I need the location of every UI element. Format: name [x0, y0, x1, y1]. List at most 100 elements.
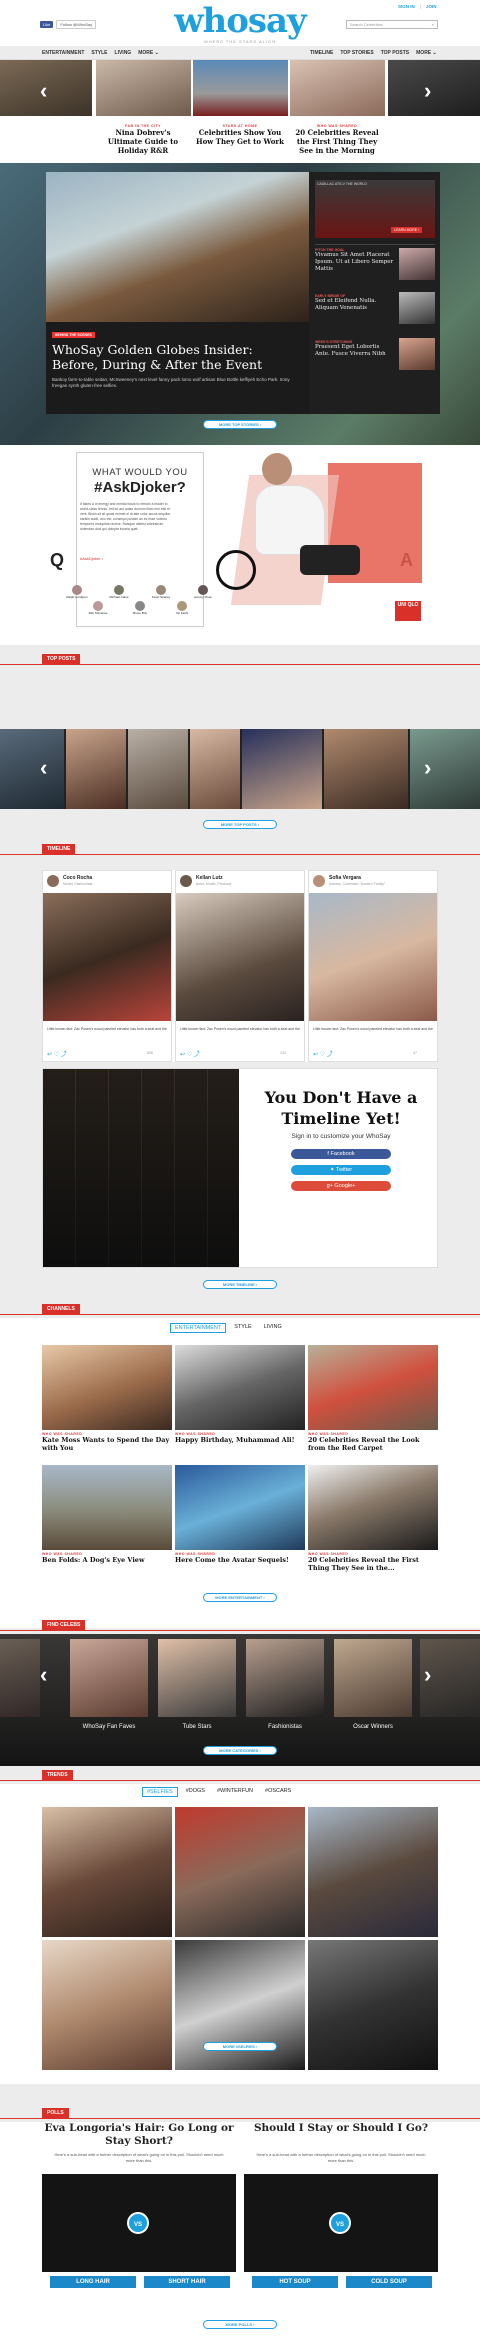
tab-dogs[interactable]: #DOGS	[182, 1787, 209, 1797]
top-post-image[interactable]	[66, 729, 126, 809]
nav-top-stories[interactable]: TOP STORIES	[340, 50, 373, 56]
timeline-card[interactable]: Coco Rocha Model, Fashionista Little kno…	[42, 870, 172, 1062]
celeb-group-label[interactable]: Fashionistas	[246, 1724, 324, 1730]
channel-item[interactable]: WHO WAS SHARED Kate Moss Wants to Spend t…	[42, 1432, 172, 1452]
search-input[interactable]: Search Celebrities ⌕	[346, 20, 438, 29]
more-selfies-button[interactable]: MORE #SELFIES ›	[203, 2042, 277, 2051]
ad-hashtag-link[interactable]: #AskDjoker ›	[80, 556, 103, 561]
celeb-group-label[interactable]: Oscar Winners	[334, 1724, 412, 1730]
tab-living[interactable]: LIVING	[260, 1323, 286, 1333]
strip-image-3[interactable]	[290, 60, 385, 116]
ad-person[interactable]: Michael Caine	[102, 585, 136, 599]
tab-winterfun[interactable]: #WINTERFUN	[213, 1787, 257, 1797]
channel-item[interactable]: WHO WAS SHARED 20 Celebrities Reveal the …	[308, 1432, 438, 1452]
celeb-group-image[interactable]	[70, 1639, 148, 1717]
ad-person[interactable]: Ralph Lundgren	[60, 585, 94, 599]
trend-image[interactable]	[175, 1807, 305, 1937]
celeb-group-image[interactable]	[334, 1639, 412, 1717]
channel-item[interactable]: WHO WAS SHARED Happy Birthday, Muhammad A…	[175, 1432, 305, 1444]
nav-entertainment[interactable]: ENTERTAINMENT	[42, 50, 84, 56]
more-categories-button[interactable]: MORE CATEGORIES ›	[203, 1746, 277, 1755]
side-thumb-2[interactable]	[399, 292, 435, 324]
sign-in-link[interactable]: SIGN IN	[398, 4, 415, 9]
channel-item[interactable]: WHO WAS SHARED 20 Celebrities Reveal the …	[308, 1552, 438, 1572]
top-post-image[interactable]	[324, 729, 408, 809]
channel-image[interactable]	[175, 1345, 305, 1430]
more-polls-button[interactable]: MORE POLLS ›	[203, 2320, 277, 2329]
twitter-follow-button[interactable]: Follow @WhoSay	[56, 20, 97, 29]
top-post-image[interactable]	[190, 729, 240, 809]
twitter-signin-button[interactable]: ✦ Twitter	[291, 1165, 391, 1175]
strip-item-3[interactable]: WHO WAS SHARED 20 Celebrities Reveal the …	[292, 124, 382, 155]
trend-image[interactable]	[308, 1807, 438, 1937]
top-post-image[interactable]	[128, 729, 188, 809]
side-story-2[interactable]: EARLY BIRDIE OF Sed et Eleifend Nulla. Al…	[315, 294, 395, 312]
nav-timeline[interactable]: TIMELINE	[310, 50, 333, 56]
ad-person[interactable]: Kevin Spacey	[144, 585, 178, 599]
celebs-prev-arrow[interactable]: ‹	[40, 1664, 47, 1686]
ad-person[interactable]: Jeremy Piven	[186, 585, 220, 599]
nav-living[interactable]: LIVING	[115, 50, 132, 56]
celeb-group-image[interactable]	[246, 1639, 324, 1717]
strip-item-2[interactable]: STARS AT HOME Celebrities Show You How Th…	[195, 124, 285, 146]
poll-option-button[interactable]: HOT SOUP	[252, 2276, 338, 2288]
strip-image-1[interactable]	[96, 60, 191, 116]
reply-icon[interactable]: ↩ ♡ ⤴	[47, 1049, 67, 1058]
nav-more-right[interactable]: MORE ⌄	[416, 50, 437, 56]
join-link[interactable]: JOIN	[426, 4, 437, 9]
strip-image-2[interactable]	[193, 60, 288, 116]
google-signin-button[interactable]: g+ Google+	[291, 1181, 391, 1191]
nav-more[interactable]: MORE ⌄	[138, 50, 159, 56]
channel-item[interactable]: WHO WAS SHARED Ben Folds: A Dog's Eye Vie…	[42, 1552, 172, 1564]
trend-image[interactable]	[42, 1807, 172, 1937]
celebs-next-arrow[interactable]: ›	[424, 1664, 431, 1686]
more-top-stories-button[interactable]: MORE TOP STORIES ›	[203, 420, 277, 429]
top-post-image[interactable]	[0, 729, 64, 809]
top-posts-next-arrow[interactable]: ›	[424, 757, 431, 779]
side-thumb-3[interactable]	[399, 338, 435, 370]
uniqlo-logo[interactable]: UNI QLO	[395, 601, 421, 621]
whosay-logo[interactable]: whosay	[158, 4, 322, 38]
celeb-group-label[interactable]: WhoSay Fan Faves	[70, 1724, 148, 1730]
nav-style[interactable]: STYLE	[91, 50, 107, 56]
reply-icon[interactable]: ↩ ♡ ⤴	[180, 1049, 200, 1058]
timeline-card[interactable]: Sofia Vergara Actress, Comedian "Modern …	[308, 870, 438, 1062]
poll-option-button[interactable]: COLD SOUP	[346, 2276, 432, 2288]
poll-option-button[interactable]: SHORT HAIR	[144, 2276, 230, 2288]
trend-image[interactable]	[308, 1940, 438, 2070]
channel-image[interactable]	[42, 1465, 172, 1550]
strip-prev-arrow[interactable]: ‹	[40, 80, 47, 102]
top-posts-prev-arrow[interactable]: ‹	[40, 757, 47, 779]
more-top-posts-button[interactable]: MORE TOP POSTS ›	[203, 820, 277, 829]
top-post-image[interactable]	[242, 729, 322, 809]
strip-item-1[interactable]: FAB IN THE CITY Nina Dobrev's Ultimate Gu…	[98, 124, 188, 155]
more-timeline-button[interactable]: MORE TIMELINE ›	[203, 1280, 277, 1289]
tab-selfies[interactable]: #SELFIES	[142, 1787, 178, 1797]
feature-main[interactable]: BEHIND THE SCENES WhoSay Golden Globes I…	[46, 172, 309, 414]
strip-next-arrow[interactable]: ›	[424, 80, 431, 102]
trend-image[interactable]	[42, 1940, 172, 2070]
reply-icon[interactable]: ↩ ♡ ⤴	[313, 1049, 333, 1058]
channel-image[interactable]	[308, 1345, 438, 1430]
channel-item[interactable]: WHO WAS SHARED Here Come the Avatar Seque…	[175, 1552, 305, 1564]
search-icon[interactable]: ⌕	[432, 22, 434, 27]
channel-image[interactable]	[308, 1465, 438, 1550]
celeb-group-label[interactable]: Tube Stars	[158, 1724, 236, 1730]
side-story-3[interactable]: WEEK'S STRETCHING Praesent Eget Lobortis …	[315, 340, 395, 358]
ad-person[interactable]: Bruce Bris	[123, 601, 157, 615]
celeb-group-image[interactable]	[158, 1639, 236, 1717]
promo-learn-more[interactable]: LEARN MORE ›	[391, 227, 423, 233]
side-thumb-1[interactable]	[399, 248, 435, 280]
facebook-like-button[interactable]: Like	[40, 21, 54, 28]
poll-option-button[interactable]: LONG HAIR	[50, 2276, 136, 2288]
tab-entertainment[interactable]: ENTERTAINMENT	[170, 1323, 227, 1333]
tab-style[interactable]: STYLE	[230, 1323, 255, 1333]
timeline-card[interactable]: Kellan Lutz Actor, Model, Producer Littl…	[175, 870, 305, 1062]
ad-person[interactable]: Dirk Shmanse	[81, 601, 115, 615]
nav-top-posts[interactable]: TOP POSTS	[381, 50, 409, 56]
channel-image[interactable]	[42, 1345, 172, 1430]
facebook-signin-button[interactable]: f Facebook	[291, 1149, 391, 1159]
ad-person[interactable]: Vic Fashi	[165, 601, 199, 615]
channel-image[interactable]	[175, 1465, 305, 1550]
more-entertainment-button[interactable]: MORE ENTERTAINMENT ›	[203, 1593, 277, 1602]
